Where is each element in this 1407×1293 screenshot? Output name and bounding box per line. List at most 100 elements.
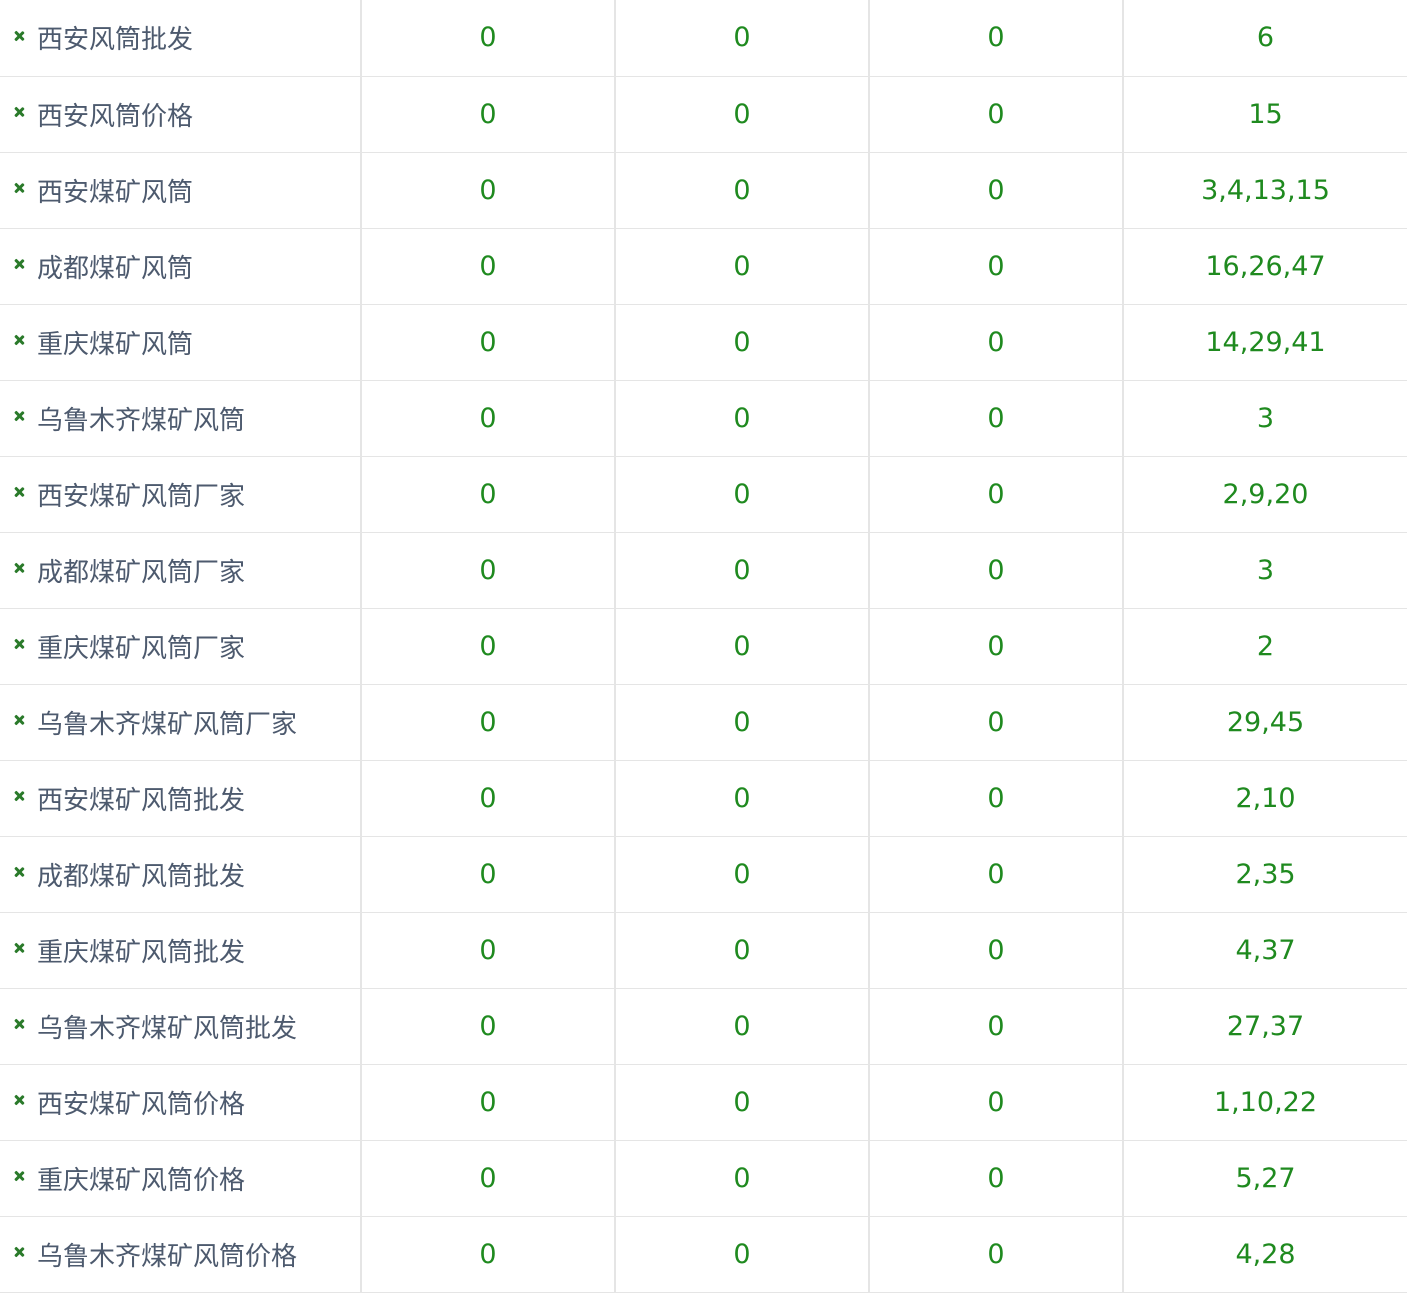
keyword-text: 成都煤矿风筒 [37, 253, 194, 284]
keyword-text: 成都煤矿风筒批发 [37, 861, 246, 892]
table-row: 乌鲁木齐煤矿风筒价格 0 0 0 4,28 [0, 1216, 1407, 1293]
count-cell-c2: 0 [615, 1140, 870, 1217]
table-row: 西安风筒价格 0 0 0 15 [0, 76, 1407, 153]
close-icon[interactable] [12, 257, 26, 271]
keyword-cell: 重庆煤矿风筒厂家 [0, 608, 362, 685]
count-cell-c1: 0 [361, 1216, 616, 1293]
keyword-text: 成都煤矿风筒厂家 [37, 557, 246, 588]
close-icon[interactable] [12, 1093, 26, 1107]
rank-positions-cell: 27,37 [1123, 988, 1407, 1065]
count-cell-c2: 0 [615, 456, 870, 533]
rank-positions-cell: 2,10 [1123, 760, 1407, 837]
count-cell-c2: 0 [615, 608, 870, 685]
table-row: 乌鲁木齐煤矿风筒批发 0 0 0 27,37 [0, 988, 1407, 1065]
table-row: 乌鲁木齐煤矿风筒 0 0 0 3 [0, 380, 1407, 457]
close-icon[interactable] [12, 865, 26, 879]
count-cell-c3: 0 [869, 304, 1124, 381]
count-cell-c1: 0 [361, 0, 616, 77]
rank-table-body: 西安风筒批发 0 0 0 6 西安风筒价格 0 0 0 15 西安煤矿风筒 0 0 0 3,4,13,15 成… [0, 0, 1407, 1293]
table-row: 成都煤矿风筒厂家 0 0 0 3 [0, 532, 1407, 609]
table-row: 西安煤矿风筒批发 0 0 0 2,10 [0, 760, 1407, 837]
count-cell-c2: 0 [615, 684, 870, 761]
count-cell-c1: 0 [361, 836, 616, 913]
keyword-text: 重庆煤矿风筒厂家 [37, 633, 246, 664]
rank-positions-cell: 16,26,47 [1123, 228, 1407, 305]
close-icon[interactable] [12, 713, 26, 727]
count-cell-c3: 0 [869, 608, 1124, 685]
count-cell-c3: 0 [869, 1140, 1124, 1217]
table-row: 重庆煤矿风筒批发 0 0 0 4,37 [0, 912, 1407, 989]
count-cell-c1: 0 [361, 152, 616, 229]
table-row: 成都煤矿风筒 0 0 0 16,26,47 [0, 228, 1407, 305]
table-row: 西安风筒批发 0 0 0 6 [0, 0, 1407, 77]
count-cell-c1: 0 [361, 988, 616, 1065]
count-cell-c1: 0 [361, 608, 616, 685]
count-cell-c1: 0 [361, 1140, 616, 1217]
count-cell-c2: 0 [615, 1216, 870, 1293]
close-icon[interactable] [12, 789, 26, 803]
keyword-text: 乌鲁木齐煤矿风筒厂家 [37, 709, 298, 740]
keyword-text: 西安煤矿风筒价格 [37, 1089, 246, 1120]
count-cell-c3: 0 [869, 1064, 1124, 1141]
table-row: 重庆煤矿风筒厂家 0 0 0 2 [0, 608, 1407, 685]
close-icon[interactable] [12, 561, 26, 575]
rank-positions-cell: 3 [1123, 532, 1407, 609]
close-icon[interactable] [12, 29, 26, 43]
keyword-cell: 乌鲁木齐煤矿风筒 [0, 380, 362, 457]
count-cell-c2: 0 [615, 836, 870, 913]
keyword-cell: 成都煤矿风筒厂家 [0, 532, 362, 609]
count-cell-c1: 0 [361, 228, 616, 305]
keyword-cell: 西安煤矿风筒 [0, 152, 362, 229]
rank-positions-cell: 2,9,20 [1123, 456, 1407, 533]
keyword-cell: 西安煤矿风筒厂家 [0, 456, 362, 533]
close-icon[interactable] [12, 1169, 26, 1183]
count-cell-c2: 0 [615, 0, 870, 77]
table-row: 成都煤矿风筒批发 0 0 0 2,35 [0, 836, 1407, 913]
keyword-cell: 成都煤矿风筒批发 [0, 836, 362, 913]
count-cell-c1: 0 [361, 380, 616, 457]
count-cell-c3: 0 [869, 228, 1124, 305]
count-cell-c1: 0 [361, 684, 616, 761]
table-row: 重庆煤矿风筒 0 0 0 14,29,41 [0, 304, 1407, 381]
count-cell-c2: 0 [615, 152, 870, 229]
keyword-text: 重庆煤矿风筒批发 [37, 937, 246, 968]
count-cell-c2: 0 [615, 380, 870, 457]
count-cell-c1: 0 [361, 304, 616, 381]
count-cell-c2: 0 [615, 304, 870, 381]
close-icon[interactable] [12, 1017, 26, 1031]
keyword-cell: 重庆煤矿风筒 [0, 304, 362, 381]
count-cell-c2: 0 [615, 76, 870, 153]
keyword-rank-table: 西安风筒批发 0 0 0 6 西安风筒价格 0 0 0 15 西安煤矿风筒 0 0 0 3,4,13,15 成… [0, 0, 1407, 1293]
count-cell-c2: 0 [615, 760, 870, 837]
keyword-text: 乌鲁木齐煤矿风筒 [37, 405, 246, 436]
rank-positions-cell: 1,10,22 [1123, 1064, 1407, 1141]
close-icon[interactable] [12, 485, 26, 499]
close-icon[interactable] [12, 333, 26, 347]
close-icon[interactable] [12, 181, 26, 195]
close-icon[interactable] [12, 1245, 26, 1259]
close-icon[interactable] [12, 409, 26, 423]
count-cell-c3: 0 [869, 912, 1124, 989]
rank-positions-cell: 2,35 [1123, 836, 1407, 913]
close-icon[interactable] [12, 637, 26, 651]
count-cell-c1: 0 [361, 760, 616, 837]
count-cell-c3: 0 [869, 152, 1124, 229]
keyword-cell: 成都煤矿风筒 [0, 228, 362, 305]
table-row: 西安煤矿风筒厂家 0 0 0 2,9,20 [0, 456, 1407, 533]
count-cell-c1: 0 [361, 76, 616, 153]
rank-positions-cell: 14,29,41 [1123, 304, 1407, 381]
close-icon[interactable] [12, 105, 26, 119]
keyword-cell: 重庆煤矿风筒批发 [0, 912, 362, 989]
rank-positions-cell: 4,37 [1123, 912, 1407, 989]
table-row: 西安煤矿风筒 0 0 0 3,4,13,15 [0, 152, 1407, 229]
keyword-text: 西安煤矿风筒 [37, 177, 194, 208]
keyword-text: 西安风筒价格 [37, 101, 194, 132]
count-cell-c3: 0 [869, 380, 1124, 457]
close-icon[interactable] [12, 941, 26, 955]
count-cell-c1: 0 [361, 912, 616, 989]
keyword-text: 重庆煤矿风筒 [37, 329, 194, 360]
count-cell-c2: 0 [615, 988, 870, 1065]
rank-positions-cell: 15 [1123, 76, 1407, 153]
table-row: 乌鲁木齐煤矿风筒厂家 0 0 0 29,45 [0, 684, 1407, 761]
count-cell-c3: 0 [869, 76, 1124, 153]
